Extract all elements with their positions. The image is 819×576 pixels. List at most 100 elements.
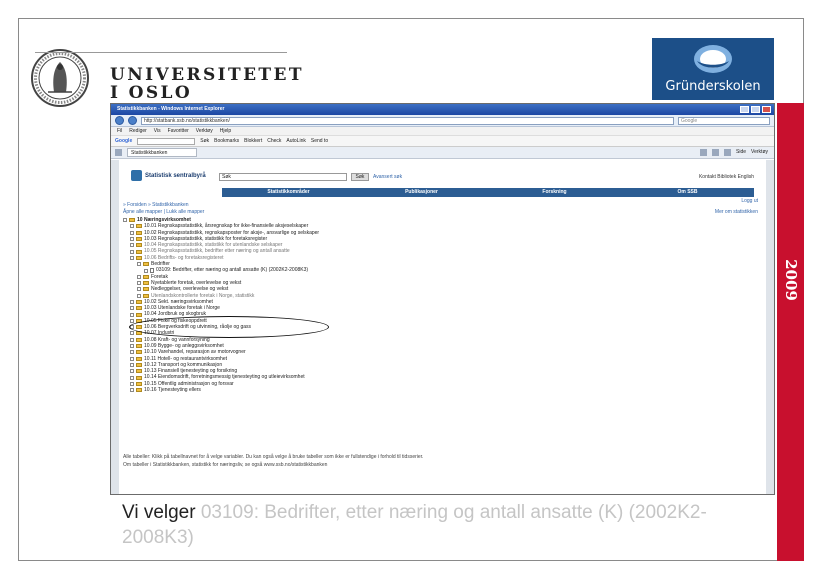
expand-toggle-icon[interactable]: [137, 281, 141, 286]
google-search-input[interactable]: [137, 137, 196, 145]
folder-icon: [136, 306, 142, 311]
google-autolink-button[interactable]: AutoLink: [286, 138, 305, 144]
logout-link[interactable]: Logg ut: [741, 198, 758, 204]
window-titlebar: Statistikkbanken - Windows Internet Expl…: [111, 104, 774, 115]
minimize-icon[interactable]: [740, 106, 749, 113]
print-icon[interactable]: [724, 149, 732, 156]
menu-view[interactable]: Vis: [154, 128, 161, 134]
browser-search-input[interactable]: Google: [678, 116, 770, 125]
ssb-top-links[interactable]: Kontakt Bibliotek English: [699, 174, 754, 180]
expand-toggle-icon[interactable]: [130, 243, 134, 248]
close-icon[interactable]: [762, 106, 771, 113]
slide-caption: Vi velger 03109: Bedrifter, etter næring…: [122, 500, 772, 550]
nav-statistikkomrader[interactable]: Statistikkområder: [222, 188, 355, 197]
google-check-button[interactable]: Check: [267, 138, 281, 144]
ssb-logo[interactable]: Statistisk sentralbyrå: [131, 170, 206, 181]
window-title: Statistikkbanken - Windows Internet Expl…: [117, 106, 225, 112]
google-search-button[interactable]: Søk: [200, 138, 209, 144]
folder-icon: [136, 224, 142, 229]
menu-tools[interactable]: Verktøy: [196, 128, 213, 134]
folder-icon: [136, 388, 142, 393]
tree-folder[interactable]: 10.16 Tjenesteyting ellers: [123, 387, 623, 393]
home-icon[interactable]: [700, 149, 708, 156]
tree-label: 03109: Bedrifter, etter næring og antall…: [156, 267, 309, 274]
expand-toggle-icon[interactable]: [130, 230, 134, 235]
address-bar: http://statbank.ssb.no/statistikkbanken/…: [111, 115, 774, 127]
folder-icon: [143, 287, 149, 292]
google-toolbar: Google Søk Bookmarks Blokkert Check Auto…: [111, 136, 774, 147]
expand-toggle-icon[interactable]: [130, 369, 134, 374]
expand-collapse-links[interactable]: Åpne alle mapper | Lukk alle mapper: [123, 209, 204, 215]
year-strip: [777, 103, 804, 561]
folder-icon: [136, 255, 142, 260]
folder-icon: [136, 249, 142, 254]
forward-icon[interactable]: [128, 116, 137, 125]
nav-forskning[interactable]: Forskning: [488, 188, 621, 197]
folder-icon: [143, 281, 149, 286]
menu-bar: Fil Rediger Vis Favoritter Verktøy Hjelp: [111, 127, 774, 136]
expand-toggle-icon[interactable]: [130, 381, 134, 386]
expand-toggle-icon[interactable]: [123, 218, 127, 223]
expand-toggle-icon[interactable]: [130, 237, 134, 242]
folder-icon: [143, 293, 149, 298]
tree-label: 10.16 Tjenesteyting ellers: [144, 387, 201, 394]
menu-file[interactable]: Fil: [117, 128, 122, 134]
back-icon[interactable]: [115, 116, 124, 125]
folder-icon: [136, 337, 142, 342]
caption-table-link[interactable]: 03109: Bedrifter, etter næring og antall…: [122, 502, 707, 548]
menu-help[interactable]: Hjelp: [220, 128, 231, 134]
folder-icon: [136, 230, 142, 235]
page-menu[interactable]: Side: [736, 149, 746, 156]
expand-toggle-icon[interactable]: [137, 287, 141, 292]
expand-toggle-icon[interactable]: [130, 344, 134, 349]
footnote-1: Alle tabeller: Klikk på tabellnavnet for…: [123, 454, 424, 460]
table-icon: [150, 268, 154, 274]
ssb-search-input[interactable]: Søk: [219, 173, 347, 181]
caption-prefix: Vi velger: [122, 502, 201, 523]
google-sendto-button[interactable]: Send to: [311, 138, 328, 144]
folder-icon: [143, 274, 149, 279]
expand-toggle-icon[interactable]: [130, 312, 134, 317]
expand-toggle-icon[interactable]: [130, 356, 134, 361]
menu-favorites[interactable]: Favoritter: [168, 128, 189, 134]
expand-toggle-icon[interactable]: [130, 224, 134, 229]
year-label: 2009: [782, 259, 800, 301]
expand-toggle-icon[interactable]: [130, 331, 134, 336]
expand-toggle-icon[interactable]: [130, 337, 134, 342]
google-blocked-button[interactable]: Blokkert: [244, 138, 262, 144]
feeds-icon[interactable]: [712, 149, 720, 156]
expand-toggle-icon[interactable]: [130, 388, 134, 393]
maximize-icon[interactable]: [751, 106, 760, 113]
folder-icon: [136, 350, 142, 355]
address-input[interactable]: http://statbank.ssb.no/statistikkbanken/: [141, 116, 674, 125]
google-bookmarks-button[interactable]: Bookmarks: [214, 138, 239, 144]
tools-menu[interactable]: Verktøy: [751, 149, 768, 156]
expand-toggle-icon[interactable]: [130, 255, 134, 260]
nav-om-ssb[interactable]: Om SSB: [621, 188, 754, 197]
menu-edit[interactable]: Rediger: [129, 128, 147, 134]
folder-icon: [136, 369, 142, 374]
expand-toggle-icon[interactable]: [130, 306, 134, 311]
ssb-search-button[interactable]: Søk: [351, 173, 369, 181]
advanced-search-link[interactable]: Avansert søk: [373, 174, 402, 180]
footnote-2: Om tabeller i Statistikkbanken, statisti…: [123, 462, 328, 468]
expand-toggle-icon[interactable]: [130, 249, 134, 254]
header-rule: [35, 52, 287, 53]
tab-statistikkbanken[interactable]: Statistikkbanken: [127, 148, 197, 157]
expand-toggle-icon[interactable]: [130, 362, 134, 367]
expand-toggle-icon[interactable]: [130, 318, 134, 323]
more-about-link[interactable]: Mer om statistikken: [715, 209, 758, 215]
ssb-logo-icon: [131, 170, 142, 181]
favorites-star-icon[interactable]: [115, 149, 122, 156]
expand-toggle-icon[interactable]: [130, 375, 134, 380]
expand-toggle-icon[interactable]: [137, 262, 141, 267]
university-name: UNIVERSITETET I OSLO: [110, 65, 304, 103]
expand-toggle-icon[interactable]: [130, 350, 134, 355]
expand-toggle-icon[interactable]: [137, 293, 141, 298]
nav-publikasjoner[interactable]: Publikasjoner: [355, 188, 488, 197]
breadcrumb[interactable]: » Forsiden » Statistikkbanken: [123, 202, 189, 208]
folder-icon: [136, 237, 142, 242]
expand-toggle-icon[interactable]: [144, 268, 148, 273]
expand-toggle-icon[interactable]: [130, 300, 134, 304]
expand-toggle-icon[interactable]: [137, 274, 141, 279]
